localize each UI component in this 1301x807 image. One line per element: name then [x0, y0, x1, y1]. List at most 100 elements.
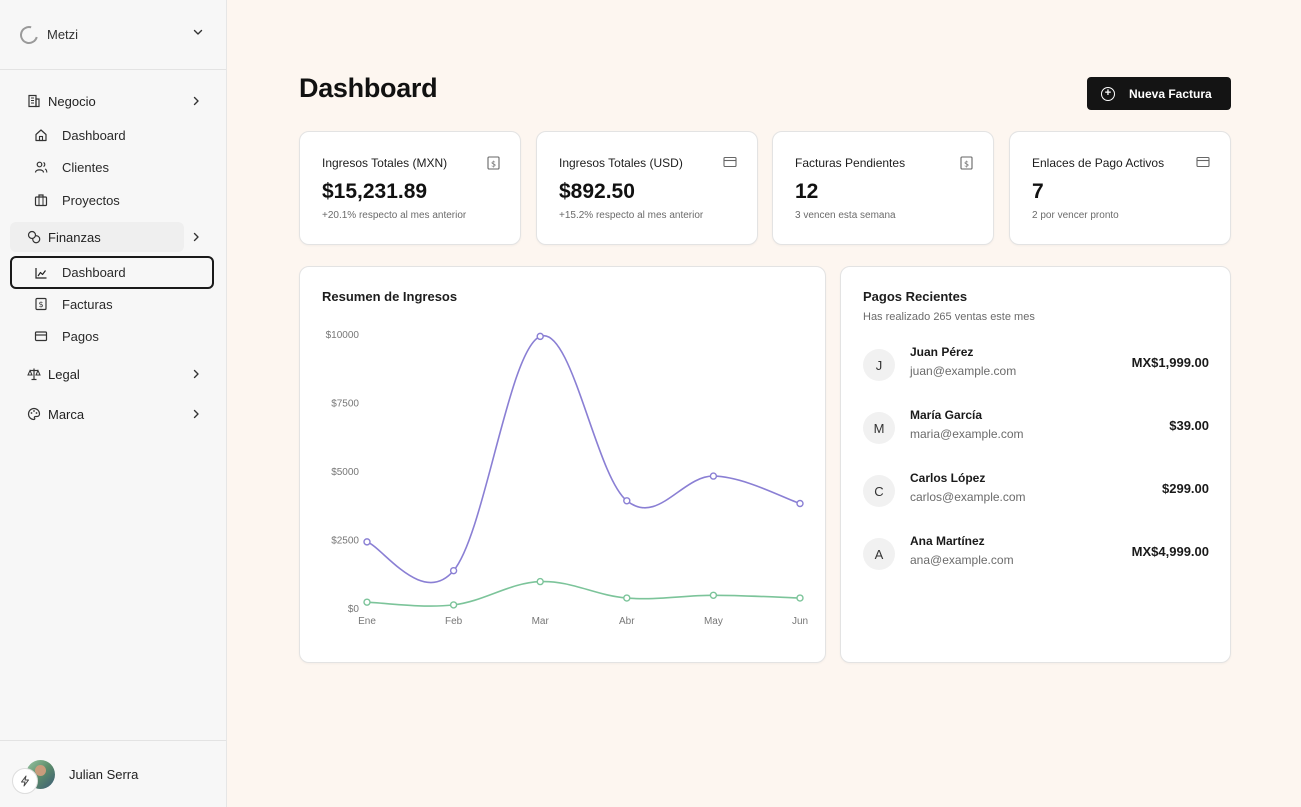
data-point[interactable] [536, 577, 544, 586]
scale-icon [26, 366, 42, 382]
payer-email: juan@example.com [910, 364, 1017, 378]
stat-value: 7 [1032, 180, 1044, 203]
sidebar: Metzi Negocio Dashboard Clientes Proyect… [0, 0, 227, 807]
bolt-icon[interactable] [12, 768, 38, 794]
payment-amount: MX$1,999.00 [1131, 355, 1209, 370]
palette-icon [26, 406, 42, 422]
payer-name: Carlos López [910, 471, 986, 485]
data-point[interactable] [623, 497, 631, 505]
data-point[interactable] [449, 601, 458, 609]
card-icon [723, 156, 737, 168]
user-profile[interactable]: Julian Serra [0, 740, 226, 807]
new-invoice-button[interactable]: + Nueva Factura [1087, 77, 1231, 110]
sidebar-item-negocio-dashboard[interactable]: Dashboard [10, 119, 214, 151]
svg-text:$: $ [491, 160, 496, 169]
payer-initial: A [863, 538, 895, 570]
x-tick-label: Mar [532, 616, 550, 627]
payer-initial: M [863, 412, 895, 444]
stat-title: Ingresos Totales (MXN) [322, 156, 448, 170]
sidebar-group-finanzas[interactable]: Finanzas [10, 222, 199, 252]
chart-icon [33, 265, 49, 281]
dollar-doc-icon: $ [487, 156, 500, 170]
payments-subtitle: Has realizado 265 ventas este mes [863, 311, 1035, 323]
payer-name: Juan Pérez [910, 345, 974, 359]
sidebar-item-finanzas-dashboard[interactable]: Dashboard [10, 256, 214, 289]
sidebar-item-label: Clientes [62, 159, 109, 175]
payment-amount: MX$4,999.00 [1131, 544, 1209, 559]
x-tick-label: May [704, 616, 723, 627]
stat-card-revenue-usd: Ingresos Totales (USD) $892.50 +15.2% re… [536, 131, 758, 245]
data-point[interactable] [449, 566, 458, 575]
sidebar-group-legal[interactable]: Legal [10, 359, 214, 389]
sidebar-group-label: Finanzas [48, 229, 101, 245]
briefcase-icon [33, 192, 49, 208]
workspace-name: Metzi [47, 27, 79, 42]
payments-title: Pagos Recientes [863, 289, 968, 304]
sidebar-group-marca[interactable]: Marca [10, 399, 214, 429]
payer-email: maria@example.com [910, 427, 1024, 441]
stat-title: Ingresos Totales (USD) [559, 156, 683, 170]
credit-card-icon [33, 328, 49, 344]
sidebar-item-label: Dashboard [62, 127, 126, 143]
data-point[interactable] [536, 332, 544, 341]
data-point[interactable] [363, 538, 371, 546]
payment-row[interactable]: M María García maria@example.com $39.00 [863, 408, 1209, 448]
series-line-1 [366, 335, 801, 584]
stat-subtext: 3 vencen esta semana [795, 210, 896, 221]
y-tick-label: $2500 [331, 536, 359, 547]
stat-value: $892.50 [559, 180, 635, 203]
payer-initial: C [863, 475, 895, 507]
x-tick-label: Jun [792, 616, 808, 627]
invoice-icon: $ [33, 296, 49, 312]
payment-row[interactable]: A Ana Martínez ana@example.com MX$4,999.… [863, 534, 1209, 574]
coins-icon [26, 229, 42, 245]
data-point[interactable] [363, 598, 371, 606]
y-tick-label: $10000 [326, 330, 360, 341]
series-line-2 [366, 580, 801, 607]
data-point[interactable] [796, 594, 804, 602]
stat-title: Facturas Pendientes [795, 156, 906, 170]
sidebar-item-pagos[interactable]: Pagos [10, 320, 214, 352]
stat-title: Enlaces de Pago Activos [1032, 156, 1165, 170]
page-title: Dashboard [299, 73, 438, 103]
payer-email: carlos@example.com [910, 490, 1026, 504]
new-invoice-button-label: Nueva Factura [1129, 86, 1212, 101]
revenue-chart: $0 $2500 $5000 $7500 $10000 Ene Feb Mar Abr May Ju… [326, 330, 808, 627]
recent-payments-card: Pagos Recientes Has realizado 265 ventas… [840, 266, 1231, 663]
chevron-right-icon [193, 409, 199, 419]
sidebar-item-clientes[interactable]: Clientes [10, 151, 214, 183]
sidebar-group-label: Negocio [48, 93, 96, 109]
svg-text:$: $ [38, 300, 43, 309]
sidebar-item-label: Dashboard [62, 265, 126, 280]
dollar-doc-icon: $ [960, 156, 973, 170]
payment-amount: $299.00 [1162, 481, 1209, 496]
y-tick-label: $5000 [331, 467, 359, 478]
data-point[interactable] [709, 591, 718, 599]
chevron-right-icon [193, 96, 199, 106]
user-name: Julian Serra [69, 766, 139, 782]
workspace-switcher[interactable]: Metzi [0, 0, 226, 70]
payer-name: María García [910, 408, 983, 422]
payer-initial: J [863, 349, 895, 381]
y-tick-label: $0 [348, 604, 360, 615]
data-point[interactable] [623, 594, 631, 602]
stat-subtext: +20.1% respecto al mes anterior [322, 210, 467, 221]
data-point[interactable] [709, 472, 718, 480]
building-icon [26, 93, 42, 109]
stat-card-pending-invoices: Facturas Pendientes $ 12 3 vencen esta s… [772, 131, 994, 245]
x-tick-label: Abr [619, 616, 635, 627]
payment-amount: $39.00 [1169, 418, 1209, 433]
sidebar-item-facturas[interactable]: $ Facturas [10, 288, 214, 320]
plus-circle-icon: + [1101, 86, 1115, 101]
x-tick-label: Feb [445, 616, 463, 627]
stat-card-revenue-mxn: Ingresos Totales (MXN) $ $15,231.89 +20.… [299, 131, 521, 245]
payment-row[interactable]: J Juan Pérez juan@example.com MX$1,999.0… [863, 345, 1209, 385]
data-point[interactable] [796, 499, 804, 508]
payer-email: ana@example.com [910, 553, 1014, 567]
sidebar-item-label: Proyectos [62, 192, 120, 208]
payment-row[interactable]: C Carlos López carlos@example.com $299.0… [863, 471, 1209, 511]
svg-text:$: $ [964, 160, 969, 169]
sidebar-group-label: Marca [48, 406, 85, 422]
sidebar-item-proyectos[interactable]: Proyectos [10, 184, 214, 216]
sidebar-group-negocio[interactable]: Negocio [10, 86, 214, 116]
